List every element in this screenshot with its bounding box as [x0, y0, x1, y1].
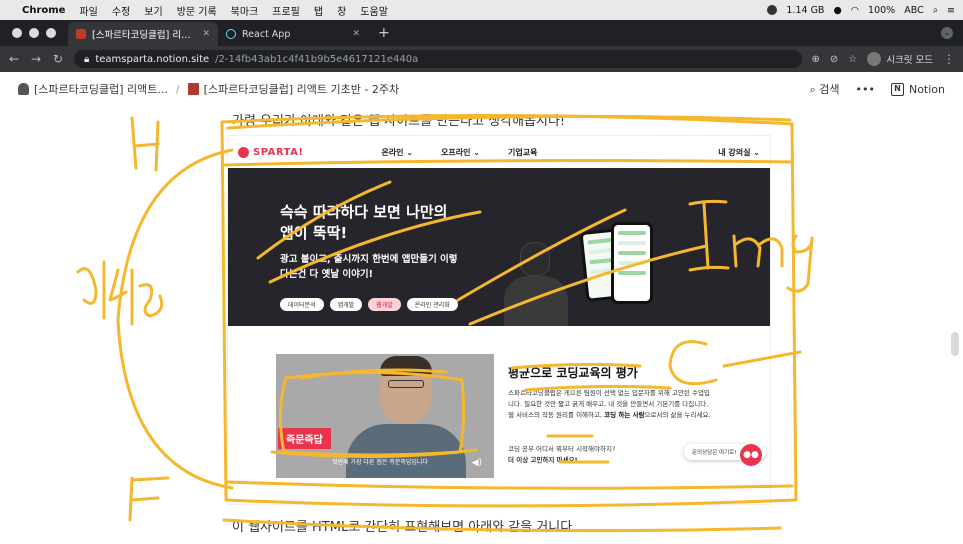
window-controls — [0, 28, 68, 38]
new-tab-button[interactable]: + — [368, 25, 400, 41]
page-content: 가령 우리가 아래와 같은 웹 사이트를 만든다고 생각해봅시다! SPARTA… — [0, 106, 963, 544]
search-button[interactable]: ⌕ 검색 — [810, 81, 840, 97]
url-path: /2-14fb43ab1c4f41b9b5e4617121e440a — [215, 53, 419, 65]
pill-web: 웹개발 — [368, 298, 401, 311]
profile-button[interactable]: 시크릿 모드 — [867, 52, 933, 66]
toolbar: ← → ↻ 🔒︎ teamsparta.notion.site/2-14fb43… — [0, 46, 963, 72]
minimize-window-button[interactable] — [29, 28, 39, 38]
hero-banner: 슥슥 따라하다 보면 나만의 앱이 뚝딱! 광고 붙이고, 출시까지 한번에 앱… — [228, 168, 770, 326]
menu-kebab-icon[interactable]: ⋮ — [943, 52, 955, 66]
nav-my-classroom: 내 강의실 ⌄ — [718, 147, 760, 157]
menu-edit[interactable]: 수정 — [112, 3, 130, 18]
reviews-section: 즉문즉답 첫번째 가장 다른 점은 즉문즉답입니다 ◀) 평균으로 코딩교육의 … — [228, 326, 770, 496]
review-tail: 으로서의 삶을 누리세요. — [644, 411, 711, 419]
tab-react-app[interactable]: React App ✕ — [218, 22, 368, 46]
speaker-icon: ◀) — [471, 458, 482, 468]
video-caption: 첫번째 가장 다른 점은 즉문즉답입니다 — [332, 459, 428, 466]
notion-topbar: [스파르타코딩클럽] 리액트... / [스파르타코딩클럽] 리액트 기초반 -… — [0, 72, 963, 106]
outro-text: 이 웹사이트를 HTML로 간단히 표현해보면 아래와 같을 거니다. — [232, 520, 577, 535]
notion-link[interactable]: N Notion — [890, 82, 945, 96]
close-icon[interactable]: ✕ — [352, 29, 360, 39]
forward-button[interactable]: → — [30, 52, 42, 66]
phone-illustration — [611, 222, 653, 304]
tab-notion[interactable]: [스파르타코딩클럽] 리액트 기초반 - 2주차 ✕ — [68, 22, 218, 46]
figure-icon — [18, 83, 29, 95]
reload-button[interactable]: ↻ — [52, 52, 64, 66]
url-host: teamsparta.notion.site — [95, 53, 210, 65]
input-source[interactable]: ABC — [904, 5, 923, 16]
site-logo: SPARTA! — [238, 146, 304, 158]
tab-search-button[interactable]: ⌄ — [941, 27, 953, 39]
pill-manage: 온라인 관리화 — [406, 298, 458, 311]
scrollbar[interactable] — [951, 332, 959, 356]
notion-logo-icon: N — [890, 82, 904, 96]
review-title: 평균으로 코딩교육의 평가 — [508, 366, 638, 380]
message-icon[interactable]: ● — [833, 5, 841, 16]
menu-file[interactable]: 파일 — [79, 3, 97, 18]
menu-bookmarks[interactable]: 북마크 — [231, 3, 259, 18]
search-label: 검색 — [819, 83, 840, 96]
menu-profiles[interactable]: 프로필 — [272, 3, 300, 18]
back-button[interactable]: ← — [8, 52, 20, 66]
breadcrumb-parent[interactable]: [스파르타코딩클럽] 리액트... — [18, 81, 168, 97]
menu-history[interactable]: 방문 기록 — [177, 3, 217, 18]
macos-menu-bar: Chrome 파일 수정 보기 방문 기록 북마크 프로필 탭 창 도움말 1.… — [0, 0, 963, 20]
breadcrumb-separator: / — [175, 82, 180, 96]
nav-offline: 오프라인 ⌄ — [441, 147, 480, 157]
control-center-icon[interactable]: ≡ — [947, 5, 955, 16]
hero-subtitle: 광고 붙이고, 출시까지 한번에 앱만들기 이렇다는건 다 옛날 이야기! — [280, 254, 458, 280]
address-bar[interactable]: 🔒︎ teamsparta.notion.site/2-14fb43ab1c4f… — [74, 50, 802, 68]
tab-title: React App — [242, 28, 291, 40]
breadcrumb-label: [스파르타코딩클럽] 리액트 기초반 - 2주차 — [203, 83, 400, 96]
question-bold: 더 이상 고민하지 마세요! — [508, 456, 578, 464]
react-icon — [226, 29, 236, 39]
lock-icon[interactable]: 🔒︎ — [84, 54, 89, 65]
video-thumbnail: 즉문즉답 첫번째 가장 다른 점은 즉문즉답입니다 ◀) — [276, 354, 494, 478]
chat-icon: ●● — [740, 444, 762, 466]
breadcrumb-current[interactable]: [스파르타코딩클럽] 리액트 기초반 - 2주차 — [187, 81, 400, 97]
battery-readout[interactable]: 100% — [868, 5, 895, 16]
zoom-icon[interactable]: ⊕ — [812, 54, 820, 65]
menu-view[interactable]: 보기 — [144, 3, 162, 18]
more-button[interactable]: ••• — [856, 83, 875, 96]
profile-label: 시크릿 모드 — [886, 55, 933, 66]
pill-data: 데이터분석 — [280, 298, 324, 311]
breadcrumb-label: [스파르타코딩클럽] 리액트... — [34, 83, 168, 96]
bookmark-star-icon[interactable]: ☆ — [848, 54, 857, 65]
search-icon[interactable]: ⌕ — [933, 5, 938, 16]
logo-text: SPARTA! — [253, 146, 304, 158]
memory-readout[interactable]: 1.14 GB — [786, 5, 824, 16]
sparta-website-screenshot: SPARTA! 온라인 ⌄ 오프라인 ⌄ 기업교육 내 강의실 ⌄ 슥슥 따라하… — [228, 136, 770, 504]
close-icon[interactable]: ✕ — [202, 29, 210, 39]
review-highlight: 코딩 하는 사람 — [604, 411, 645, 419]
pill-app: 앱개발 — [329, 298, 363, 311]
nav-corporate: 기업교육 — [507, 147, 538, 157]
incognito-icon — [867, 52, 882, 66]
hero-title: 슥슥 따라하다 보면 나만의 앱이 뚝딱! — [280, 203, 448, 242]
wifi-icon[interactable]: ◠ — [851, 5, 859, 16]
menu-window[interactable]: 창 — [337, 3, 346, 18]
nav-online: 온라인 ⌄ — [381, 147, 414, 157]
intro-text: 가령 우리가 아래와 같은 웹 사이트를 만든다고 생각해봅시다! — [232, 114, 566, 129]
zoom-window-button[interactable] — [46, 28, 56, 38]
tab-strip: [스파르타코딩클럽] 리액트 기초반 - 2주차 ✕ React App ✕ +… — [0, 20, 963, 46]
video-badge: 즉문즉답 — [278, 428, 331, 449]
status-icon[interactable] — [767, 5, 778, 15]
site-navbar: SPARTA! 온라인 ⌄ 오프라인 ⌄ 기업교육 내 강의실 ⌄ — [228, 136, 770, 168]
notion-label: Notion — [908, 82, 945, 96]
close-window-button[interactable] — [12, 28, 22, 38]
person-illustration — [500, 238, 570, 326]
eye-off-icon[interactable]: ⊘ — [830, 54, 838, 65]
book-icon — [187, 83, 199, 95]
review-body: 스파르타코딩클럽은 게으른 팀원이 선택 없는 입문자를 위해 고안된 수업입니… — [508, 388, 712, 421]
menu-help[interactable]: 도움말 — [360, 3, 388, 18]
app-name[interactable]: Chrome — [22, 5, 65, 16]
sparta-logo-icon — [238, 146, 249, 158]
menu-tab[interactable]: 탭 — [314, 3, 323, 18]
book-icon — [76, 29, 86, 39]
tab-title: [스파르타코딩클럽] 리액트 기초반 - 2주차 — [92, 30, 197, 41]
